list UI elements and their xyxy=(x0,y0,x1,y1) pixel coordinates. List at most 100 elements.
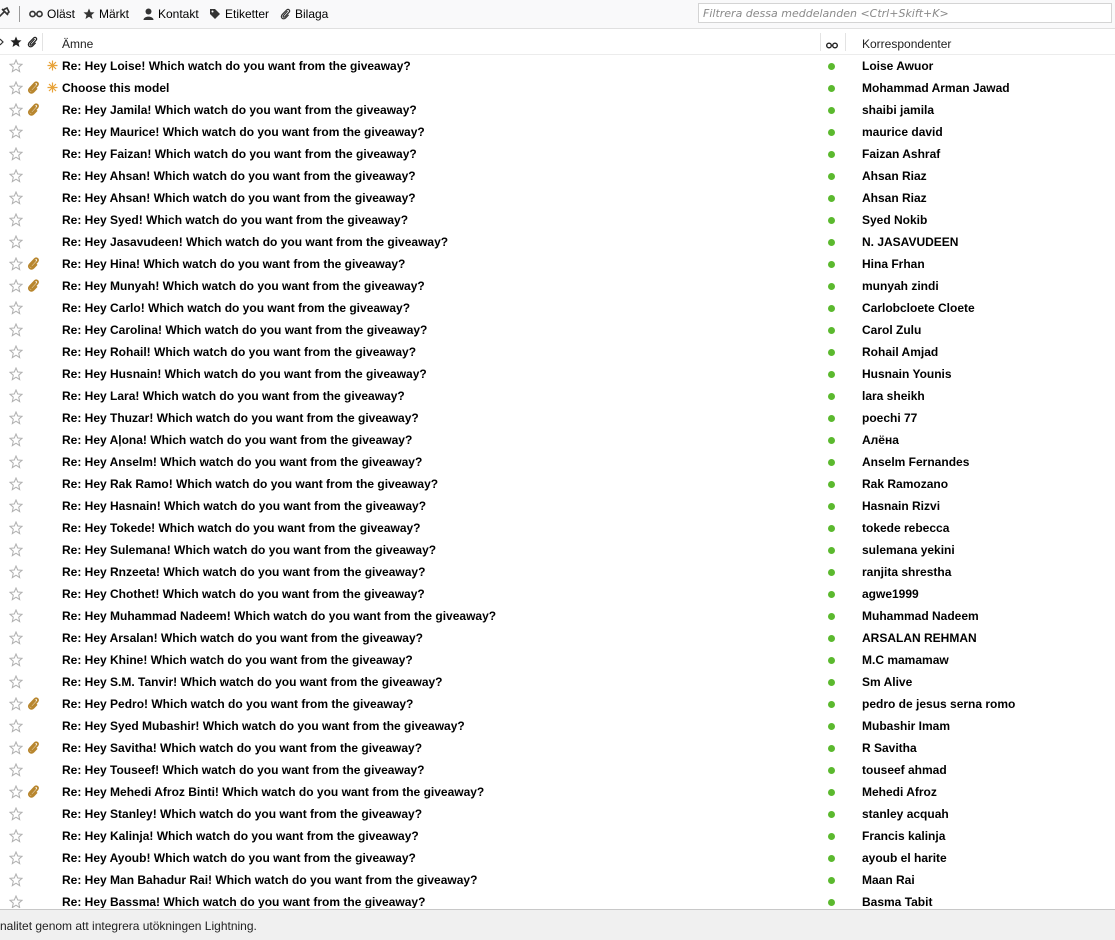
attachment-column-header-icon[interactable] xyxy=(27,36,38,51)
star-icon[interactable] xyxy=(8,454,24,469)
star-icon[interactable] xyxy=(8,828,24,843)
star-icon[interactable] xyxy=(8,740,24,755)
message-row[interactable]: Re: Hey Munyah! Which watch do you want … xyxy=(0,275,1115,297)
read-status-dot-icon[interactable] xyxy=(828,415,835,422)
star-column-header-icon[interactable] xyxy=(10,36,22,51)
read-status-dot-icon[interactable] xyxy=(828,173,835,180)
star-icon[interactable] xyxy=(8,256,24,271)
read-status-dot-icon[interactable] xyxy=(828,393,835,400)
star-icon[interactable] xyxy=(8,366,24,381)
star-icon[interactable] xyxy=(8,146,24,161)
message-row[interactable]: Re: Hey Ayoub! Which watch do you want f… xyxy=(0,847,1115,869)
read-status-dot-icon[interactable] xyxy=(828,261,835,268)
read-status-dot-icon[interactable] xyxy=(828,569,835,576)
star-icon[interactable] xyxy=(8,300,24,315)
read-status-dot-icon[interactable] xyxy=(828,789,835,796)
message-row[interactable]: Re: Hey Anselm! Which watch do you want … xyxy=(0,451,1115,473)
message-row[interactable]: Re: Hey Syed! Which watch do you want fr… xyxy=(0,209,1115,231)
subject-column-header[interactable]: Ämne xyxy=(62,37,93,51)
read-status-dot-icon[interactable] xyxy=(828,547,835,554)
correspondents-column-header[interactable]: Korrespondenter xyxy=(862,37,951,51)
star-icon[interactable] xyxy=(8,586,24,601)
message-row[interactable]: Re: Hey Syed Mubashir! Which watch do yo… xyxy=(0,715,1115,737)
message-row[interactable]: Re: Hey S.M. Tanvir! Which watch do you … xyxy=(0,671,1115,693)
message-row[interactable]: Re: Hey Maurice! Which watch do you want… xyxy=(0,121,1115,143)
star-icon[interactable] xyxy=(8,520,24,535)
star-icon[interactable] xyxy=(8,850,24,865)
star-icon[interactable] xyxy=(8,80,24,95)
star-icon[interactable] xyxy=(8,476,24,491)
read-status-dot-icon[interactable] xyxy=(828,811,835,818)
sticky-pin-icon[interactable] xyxy=(0,6,14,22)
star-icon[interactable] xyxy=(8,234,24,249)
message-row[interactable]: Re: Hey Faizan! Which watch do you want … xyxy=(0,143,1115,165)
star-icon[interactable] xyxy=(8,894,24,908)
star-icon[interactable] xyxy=(8,322,24,337)
message-row[interactable]: Re: Hey Husnain! Which watch do you want… xyxy=(0,363,1115,385)
read-status-dot-icon[interactable] xyxy=(828,107,835,114)
read-status-dot-icon[interactable] xyxy=(828,239,835,246)
message-row[interactable]: Re: Hey Ahsan! Which watch do you want f… xyxy=(0,165,1115,187)
message-row[interactable]: Re: Hey Sulemana! Which watch do you wan… xyxy=(0,539,1115,561)
message-row[interactable]: Re: Hey Hina! Which watch do you want fr… xyxy=(0,253,1115,275)
message-row[interactable]: Re: Hey Touseef! Which watch do you want… xyxy=(0,759,1115,781)
message-row[interactable]: Re: Hey Man Bahadur Rai! Which watch do … xyxy=(0,869,1115,891)
message-row[interactable]: Re: Hey Carolina! Which watch do you wan… xyxy=(0,319,1115,341)
filter-contact-button[interactable]: Kontakt xyxy=(143,6,199,22)
read-status-dot-icon[interactable] xyxy=(828,63,835,70)
read-status-dot-icon[interactable] xyxy=(828,327,835,334)
message-row[interactable]: Re: Hey Chothet! Which watch do you want… xyxy=(0,583,1115,605)
filter-unread-button[interactable]: Oläst xyxy=(29,6,75,22)
message-row[interactable]: Re: Hey Khine! Which watch do you want f… xyxy=(0,649,1115,671)
message-row[interactable]: Re: Hey Rohail! Which watch do you want … xyxy=(0,341,1115,363)
message-row[interactable]: Choose this model Mohammad Arman Jawad xyxy=(0,77,1115,99)
read-status-dot-icon[interactable] xyxy=(828,349,835,356)
read-status-dot-icon[interactable] xyxy=(828,525,835,532)
star-icon[interactable] xyxy=(8,168,24,183)
read-status-dot-icon[interactable] xyxy=(828,723,835,730)
read-status-dot-icon[interactable] xyxy=(828,833,835,840)
message-row[interactable]: Re: Hey Ahsan! Which watch do you want f… xyxy=(0,187,1115,209)
message-row[interactable]: Re: Hey Tokede! Which watch do you want … xyxy=(0,517,1115,539)
read-status-dot-icon[interactable] xyxy=(828,195,835,202)
read-status-dot-icon[interactable] xyxy=(828,657,835,664)
read-status-dot-icon[interactable] xyxy=(828,437,835,444)
message-row[interactable]: Re: Hey Thuzar! Which watch do you want … xyxy=(0,407,1115,429)
read-status-dot-icon[interactable] xyxy=(828,877,835,884)
read-status-dot-icon[interactable] xyxy=(828,459,835,466)
message-row[interactable]: Re: Hey Hasnain! Which watch do you want… xyxy=(0,495,1115,517)
star-icon[interactable] xyxy=(8,278,24,293)
message-row[interactable]: Re: Hey Savitha! Which watch do you want… xyxy=(0,737,1115,759)
read-status-dot-icon[interactable] xyxy=(828,635,835,642)
star-icon[interactable] xyxy=(8,696,24,711)
read-status-dot-icon[interactable] xyxy=(828,305,835,312)
read-status-column-header-icon[interactable] xyxy=(826,38,838,52)
star-icon[interactable] xyxy=(8,784,24,799)
thread-column-picker-icon[interactable] xyxy=(0,36,6,51)
message-row[interactable]: Re: Hey Arsalan! Which watch do you want… xyxy=(0,627,1115,649)
read-status-dot-icon[interactable] xyxy=(828,767,835,774)
star-icon[interactable] xyxy=(8,630,24,645)
star-icon[interactable] xyxy=(8,674,24,689)
star-icon[interactable] xyxy=(8,410,24,425)
message-row[interactable]: Re: Hey Bassma! Which watch do you want … xyxy=(0,891,1115,908)
read-status-dot-icon[interactable] xyxy=(828,371,835,378)
star-icon[interactable] xyxy=(8,872,24,887)
message-row[interactable]: Re: Hey Kalinja! Which watch do you want… xyxy=(0,825,1115,847)
star-icon[interactable] xyxy=(8,388,24,403)
read-status-dot-icon[interactable] xyxy=(828,85,835,92)
read-status-dot-icon[interactable] xyxy=(828,591,835,598)
star-icon[interactable] xyxy=(8,344,24,359)
column-divider[interactable] xyxy=(845,33,846,51)
star-icon[interactable] xyxy=(8,564,24,579)
filter-messages-input[interactable]: Filtrera dessa meddelanden <Ctrl+Skift+K… xyxy=(698,3,1112,23)
star-icon[interactable] xyxy=(8,212,24,227)
read-status-dot-icon[interactable] xyxy=(828,283,835,290)
read-status-dot-icon[interactable] xyxy=(828,899,835,906)
column-divider[interactable] xyxy=(42,33,43,51)
star-icon[interactable] xyxy=(8,652,24,667)
message-row[interactable]: Re: Hey Mehedi Afroz Binti! Which watch … xyxy=(0,781,1115,803)
message-row[interactable]: Re: Hey Rnzeeta! Which watch do you want… xyxy=(0,561,1115,583)
message-row[interactable]: Re: Hey Lara! Which watch do you want fr… xyxy=(0,385,1115,407)
star-icon[interactable] xyxy=(8,124,24,139)
